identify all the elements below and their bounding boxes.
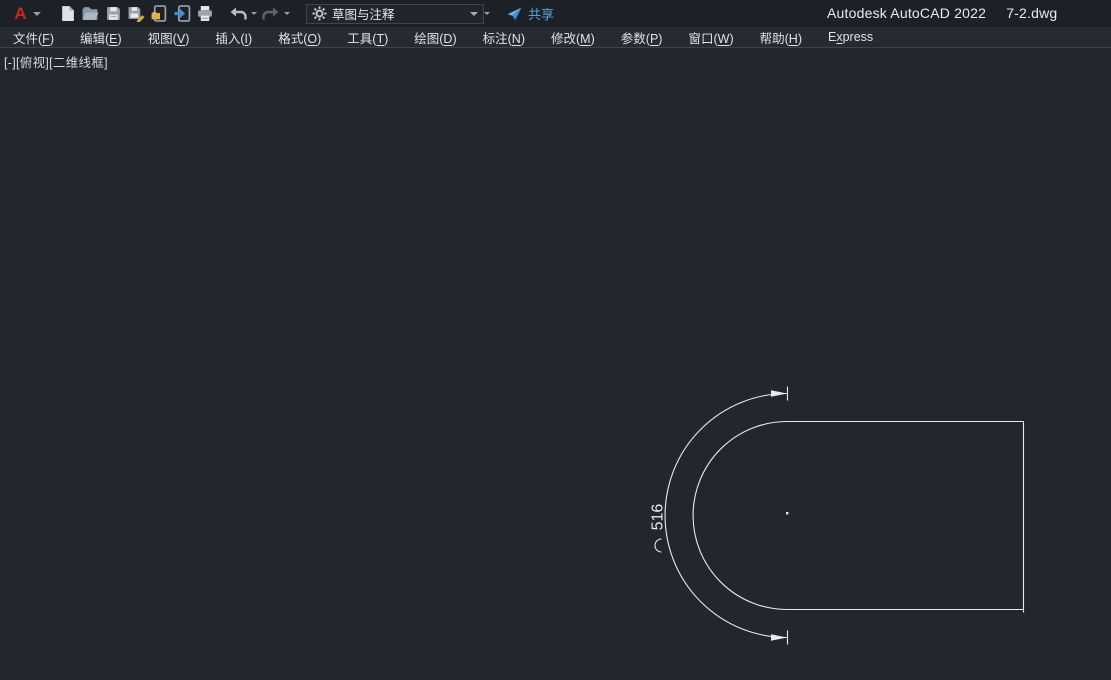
menu-modify[interactable]: 修改(M) [538, 28, 608, 47]
new-file-button[interactable] [57, 4, 77, 24]
share-plane-icon [504, 4, 524, 24]
plot-button[interactable] [195, 4, 215, 24]
menu-dimension[interactable]: 标注(N) [470, 28, 538, 47]
menu-format[interactable]: 格式(O) [265, 28, 334, 47]
undo-caret-icon[interactable] [251, 12, 257, 15]
product-name: Autodesk AutoCAD 2022 [827, 5, 987, 21]
save-icon [106, 7, 120, 20]
undo-button[interactable] [228, 4, 248, 24]
open-web-mobile-icon [151, 5, 167, 22]
save-as-icon [128, 7, 145, 22]
redo-arrow-icon [262, 7, 279, 20]
logo-menu-caret-icon[interactable] [33, 11, 41, 16]
drawing-canvas[interactable]: [-][俯视][二维线框] 516 [0, 48, 1111, 680]
window-title: Autodesk AutoCAD 2022 7-2.dwg [827, 0, 1057, 27]
printer-icon [198, 6, 212, 21]
autocad-logo-icon[interactable]: A [8, 4, 32, 24]
workspace-selector[interactable]: 草图与注释 [306, 3, 484, 24]
menu-tools[interactable]: 工具(T) [334, 28, 401, 47]
save-web-mobile-icon [174, 5, 191, 22]
gear-icon [312, 6, 327, 21]
menu-bar: 文件(F) 编辑(E) 视图(V) 插入(I) 格式(O) 工具(T) 绘图(D) 标注(N)… [0, 27, 1111, 48]
menu-file[interactable]: 文件(F) [0, 28, 67, 47]
menu-edit[interactable]: 编辑(E) [67, 28, 135, 47]
undo-arrow-icon [230, 7, 247, 20]
share-label: 共享 [528, 7, 555, 22]
new-file-icon [61, 6, 74, 21]
dimension-arrow-top [771, 390, 787, 397]
shape-outline[interactable] [692, 420, 1025, 611]
redo-caret-icon[interactable] [284, 12, 290, 15]
save-as-button[interactable] [126, 4, 146, 24]
save-to-web-mobile-button[interactable] [172, 4, 192, 24]
dimension-text[interactable]: 516 [650, 504, 667, 531]
dimension-arrow-bottom [771, 634, 787, 641]
save-button[interactable] [103, 4, 123, 24]
menu-draw[interactable]: 绘图(D) [401, 28, 469, 47]
menu-help[interactable]: 帮助(H) [747, 28, 815, 47]
center-point[interactable] [786, 512, 789, 515]
toolbar-flyout-chevron-icon[interactable] [484, 12, 490, 15]
dimension-arc[interactable] [664, 392, 788, 639]
workspace-caret-icon [470, 11, 478, 16]
menu-insert[interactable]: 插入(I) [202, 28, 265, 47]
open-from-web-mobile-button[interactable] [149, 4, 169, 24]
menu-express[interactable]: Express [815, 30, 886, 44]
menu-view[interactable]: 视图(V) [135, 28, 203, 47]
arc-length-symbol [654, 538, 662, 553]
open-file-button[interactable] [80, 4, 100, 24]
model-space[interactable]: 516 [0, 48, 1111, 680]
share-button[interactable]: 共享 [504, 4, 554, 24]
title-bar: A 草图与注释 共享 Autodesk AutoCAD 2022 7-2.dwg [0, 0, 1111, 27]
workspace-label: 草图与注释 [332, 8, 395, 22]
menu-parametric[interactable]: 参数(P) [608, 28, 676, 47]
document-name: 7-2.dwg [1006, 5, 1058, 21]
open-folder-icon [82, 7, 99, 20]
redo-button[interactable] [261, 4, 281, 24]
menu-window[interactable]: 窗口(W) [675, 28, 746, 47]
